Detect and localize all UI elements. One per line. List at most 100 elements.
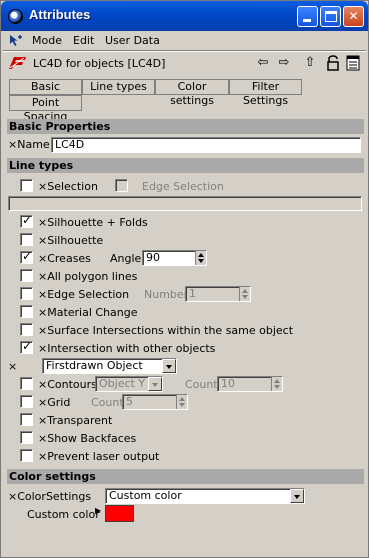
custom-color-swatch[interactable] [105, 505, 134, 522]
silhouette-folds-checkbox[interactable]: ✓ [20, 213, 33, 228]
menu-user-data[interactable]: User Data [105, 34, 160, 47]
object-title: LC4D for objects [LC4D] [33, 57, 166, 70]
section-color-settings: Color settings [7, 469, 364, 484]
arrow-up-icon[interactable]: ⇧ [302, 56, 318, 70]
title-bar[interactable]: Attributes ✕ [1, 1, 368, 31]
x-mark: × [38, 252, 48, 265]
x-mark: × [8, 490, 18, 503]
color-settings-label-text: ColorSettings [17, 490, 92, 503]
intersection-mode-x: × [8, 360, 18, 373]
number-input[interactable]: 1 [185, 286, 251, 302]
surface-intersections-label: ×Surface Intersections within the same o… [38, 324, 293, 337]
selection-label: ×Selection [38, 180, 98, 193]
selection-checkbox[interactable] [20, 179, 33, 192]
angle-spinner[interactable] [195, 251, 206, 265]
x-mark: × [38, 414, 48, 427]
selection-label-text: Selection [47, 180, 98, 193]
x-mark: × [38, 180, 48, 193]
contours-checkbox[interactable] [20, 377, 33, 390]
tab-line-types[interactable]: Line types [82, 79, 155, 95]
prevent-laser-checkbox[interactable] [20, 449, 33, 462]
tab-point-spacing[interactable]: Point Spacing [9, 95, 82, 123]
menu-edit[interactable]: Edit [73, 34, 94, 47]
lock-icon[interactable] [326, 55, 340, 71]
pointer-tool-icon[interactable] [9, 34, 23, 48]
show-backfaces-label-text: Show Backfaces [47, 432, 137, 445]
x-mark: × [38, 396, 48, 409]
x-mark: × [38, 324, 48, 337]
x-mark: × [38, 342, 48, 355]
creases-label-text: Creases [47, 252, 91, 265]
panel-icon[interactable] [346, 55, 360, 71]
surface-intersections-checkbox[interactable] [20, 323, 33, 336]
selection-field[interactable] [8, 196, 362, 211]
x-mark: × [38, 432, 48, 445]
close-button[interactable]: ✕ [343, 6, 364, 27]
prevent-laser-label: ×Prevent laser output [38, 450, 159, 463]
all-polygon-lines-checkbox[interactable] [20, 269, 33, 282]
silhouette-checkbox[interactable] [20, 233, 33, 246]
tab-basic[interactable]: Basic [9, 79, 82, 95]
surface-intersections-label-text: Surface Intersections within the same ob… [47, 324, 294, 337]
silhouette-label: ×Silhouette [38, 234, 103, 247]
silhouette-folds-label: ×Silhouette + Folds [38, 216, 148, 229]
color-settings-dropdown[interactable]: Custom color [105, 488, 305, 504]
chevron-down-icon[interactable] [162, 359, 176, 373]
window-title: Attributes [29, 7, 91, 22]
x-mark: × [38, 234, 48, 247]
number-label: Number [144, 288, 189, 301]
creases-checkbox[interactable]: ✓ [20, 249, 33, 264]
transparent-label: ×Transparent [38, 414, 112, 427]
grid-count-label: Count [91, 396, 124, 409]
maximize-button[interactable] [320, 6, 341, 27]
edge-selection-top-label: Edge Selection [142, 180, 224, 193]
chevron-down-icon[interactable] [290, 489, 304, 503]
silhouette-label-text: Silhouette [47, 234, 104, 247]
grid-checkbox[interactable] [20, 395, 33, 408]
creases-label: ×Creases [38, 252, 91, 265]
minimize-button[interactable] [297, 6, 318, 27]
material-change-checkbox[interactable] [20, 305, 33, 318]
angle-input[interactable]: 90 [142, 250, 207, 266]
contours-count-input[interactable]: 10 [217, 376, 283, 392]
intersection-mode-dropdown[interactable]: Firstdrawn Object [42, 358, 177, 374]
minimize-icon [303, 19, 311, 22]
show-backfaces-label: ×Show Backfaces [38, 432, 136, 445]
silhouette-folds-label-text: Silhouette + Folds [47, 216, 148, 229]
contours-count-spinner[interactable] [271, 377, 282, 391]
intersection-other-checkbox[interactable]: ✓ [20, 339, 33, 354]
edge-selection-checkbox[interactable] [20, 287, 33, 300]
menu-mode[interactable]: Mode [32, 34, 62, 47]
edge-selection-label: ×Edge Selection [38, 288, 129, 301]
arrow-left-icon[interactable]: ⇦ [255, 56, 271, 70]
lc4d-object-icon [9, 57, 26, 69]
object-header: LC4D for objects [LC4D] ⇦ ⇨ ⇧ [3, 53, 366, 75]
number-spinner[interactable] [239, 287, 250, 301]
intersection-mode-value: Firstdrawn Object [46, 359, 143, 372]
contours-axis-dropdown[interactable]: Object Y [95, 376, 163, 392]
tab-color-settings[interactable]: Color settings [155, 79, 229, 107]
x-mark: × [38, 378, 48, 391]
grid-label-text: Grid [47, 396, 71, 409]
transparent-label-text: Transparent [47, 414, 113, 427]
arrow-right-icon[interactable]: ⇨ [276, 56, 292, 70]
menu-divider [3, 50, 366, 52]
expand-triangle-icon[interactable]: ▶ [95, 506, 101, 515]
color-settings-value: Custom color [109, 489, 182, 502]
grid-count-input[interactable]: 5 [122, 394, 188, 410]
prevent-laser-label-text: Prevent laser output [47, 450, 160, 463]
all-polygon-lines-label-text: All polygon lines [47, 270, 138, 283]
section-basic-properties: Basic Properties [7, 119, 364, 134]
chevron-down-icon[interactable] [148, 377, 162, 391]
edge-selection-top-checkbox[interactable] [115, 179, 128, 192]
menu-bar: Mode Edit User Data [3, 32, 366, 50]
tab-filter-settings[interactable]: Filter Settings [229, 79, 302, 107]
transparent-checkbox[interactable] [20, 413, 33, 426]
checkmark-icon: ✓ [22, 213, 33, 227]
show-backfaces-checkbox[interactable] [20, 431, 33, 444]
contours-count-value: 10 [221, 377, 235, 390]
maximize-icon [325, 11, 337, 22]
attributes-window: Attributes ✕ Mode Edit User Data LC4D fo… [0, 0, 369, 558]
grid-count-spinner[interactable] [176, 395, 187, 409]
name-input[interactable]: LC4D [51, 137, 361, 153]
